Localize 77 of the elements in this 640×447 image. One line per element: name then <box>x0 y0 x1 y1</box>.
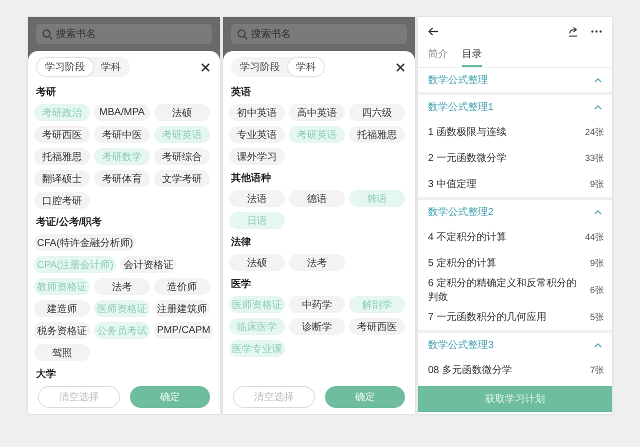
share-icon[interactable] <box>568 26 579 36</box>
back-arrow-icon[interactable] <box>428 26 439 36</box>
filter-chip[interactable]: 四六级 <box>349 104 405 121</box>
chapter-item[interactable]: 08 多元函数微分学 7张 <box>418 357 612 383</box>
section-title: 法律 <box>231 236 252 249</box>
filter-chip[interactable]: 法考 <box>289 254 345 271</box>
chapter-title: 6 定积分的精确定义和反常积分的判敛 <box>428 276 578 304</box>
chapter-item[interactable]: 1 函数极限与连续 24张 <box>418 119 612 145</box>
filter-chip[interactable]: 中药学 <box>289 296 345 313</box>
section-title: 大学 <box>36 368 57 381</box>
card-count: 24张 <box>584 126 604 138</box>
section-title: 考研 <box>36 86 57 99</box>
chapter-item[interactable]: 5 定积分的计算 9张 <box>418 250 612 276</box>
filter-chip[interactable]: 文学考研 <box>154 170 210 187</box>
tab[interactable]: 学习阶段 <box>232 58 288 76</box>
filter-chip[interactable]: 考研西医 <box>34 126 90 143</box>
chapter-title: 2 一元函数微分学 <box>428 152 508 165</box>
card-count: 5张 <box>590 310 604 324</box>
tab[interactable]: 学科 <box>288 58 324 76</box>
chapter-item[interactable]: 2 一元函数微分学 33张 <box>418 145 612 171</box>
filter-chip[interactable]: 法语 <box>229 190 285 207</box>
filter-chip[interactable]: 法考 <box>94 278 150 295</box>
filter-chip[interactable]: 驾照 <box>34 344 90 361</box>
card-count: 7张 <box>590 364 604 376</box>
filter-chip[interactable]: 高中英语 <box>289 104 345 121</box>
search-icon <box>42 28 53 40</box>
filter-chip[interactable]: 法硕 <box>229 254 285 271</box>
filter-chip[interactable]: 诊断学 <box>289 318 345 335</box>
filter-chip[interactable]: 造价师 <box>154 278 210 295</box>
close-icon[interactable] <box>396 62 405 72</box>
more-icon[interactable] <box>591 30 602 32</box>
search-field[interactable]: 搜索书名 <box>231 24 407 44</box>
filter-chip[interactable]: 会计资格证 <box>120 256 176 273</box>
filter-chip[interactable]: 建造师 <box>34 300 90 317</box>
section-title: 考证/公考/职考 <box>36 216 103 229</box>
filter-chip[interactable]: 托福雅思 <box>349 126 405 143</box>
search-field[interactable]: 搜索书名 <box>36 24 212 44</box>
chapter-item[interactable]: 3 中值定理 9张 <box>418 171 612 197</box>
card-count: 44张 <box>584 230 604 244</box>
filter-chip[interactable]: 翻译硕士 <box>34 170 90 187</box>
filter-chip[interactable]: PMP/CAPM <box>154 322 214 339</box>
filter-chip[interactable]: 课外学习 <box>229 148 285 165</box>
chapter-title: 1 函数极限与连续 <box>428 126 508 139</box>
filter-chip[interactable]: 注册建筑师 <box>154 300 210 317</box>
filter-chip[interactable]: 考研中医 <box>94 126 150 143</box>
filter-chip[interactable]: 税务资格证 <box>34 322 90 339</box>
close-icon[interactable] <box>201 62 210 72</box>
section-title: 英语 <box>231 86 252 99</box>
chapter-title: 4 不定积分的计算 <box>428 230 508 244</box>
tab[interactable]: 学习阶段 <box>37 58 93 76</box>
tab[interactable]: 简介 <box>428 45 448 67</box>
chapter-title: 08 多元函数微分学 <box>428 364 513 377</box>
filter-chip[interactable]: 考研体育 <box>94 170 150 187</box>
chapter-item[interactable]: 6 定积分的精确定义和反常积分的判敛 6张 <box>418 276 612 304</box>
filter-chip[interactable]: CFA(特许金融分析师) <box>34 234 136 251</box>
filter-chip[interactable]: 德语 <box>289 190 345 207</box>
chapter-title: 5 定积分的计算 <box>428 256 498 270</box>
card-count: 6张 <box>590 284 604 296</box>
filter-chip[interactable]: 法硕 <box>154 104 210 121</box>
chapter-item[interactable]: 4 不定积分的计算 44张 <box>418 224 612 250</box>
chapter-title: 7 一元函数积分的几何应用 <box>428 310 548 324</box>
chapter-item[interactable]: 7 一元函数积分的几何应用 5张 <box>418 304 612 330</box>
filter-chip[interactable]: 考研综合 <box>154 148 210 165</box>
card-count: 9张 <box>590 178 604 190</box>
card-count: 33张 <box>584 152 604 164</box>
tab[interactable]: 学科 <box>93 58 129 76</box>
card-count: 9张 <box>590 256 604 270</box>
search-icon <box>237 28 248 40</box>
section-title: 其他语种 <box>231 172 272 185</box>
filter-chip[interactable]: 专业英语 <box>229 126 285 143</box>
chapter-title: 3 中值定理 <box>428 178 478 191</box>
section-title: 医学 <box>231 278 252 291</box>
filter-chip[interactable]: 口腔考研 <box>34 192 90 209</box>
filter-chip[interactable]: MBA/MPA <box>94 104 150 121</box>
filter-chip[interactable]: 考研西医 <box>349 318 405 335</box>
filter-chip[interactable]: 初中英语 <box>229 104 285 121</box>
filter-chip[interactable]: 托福雅思 <box>34 148 90 165</box>
